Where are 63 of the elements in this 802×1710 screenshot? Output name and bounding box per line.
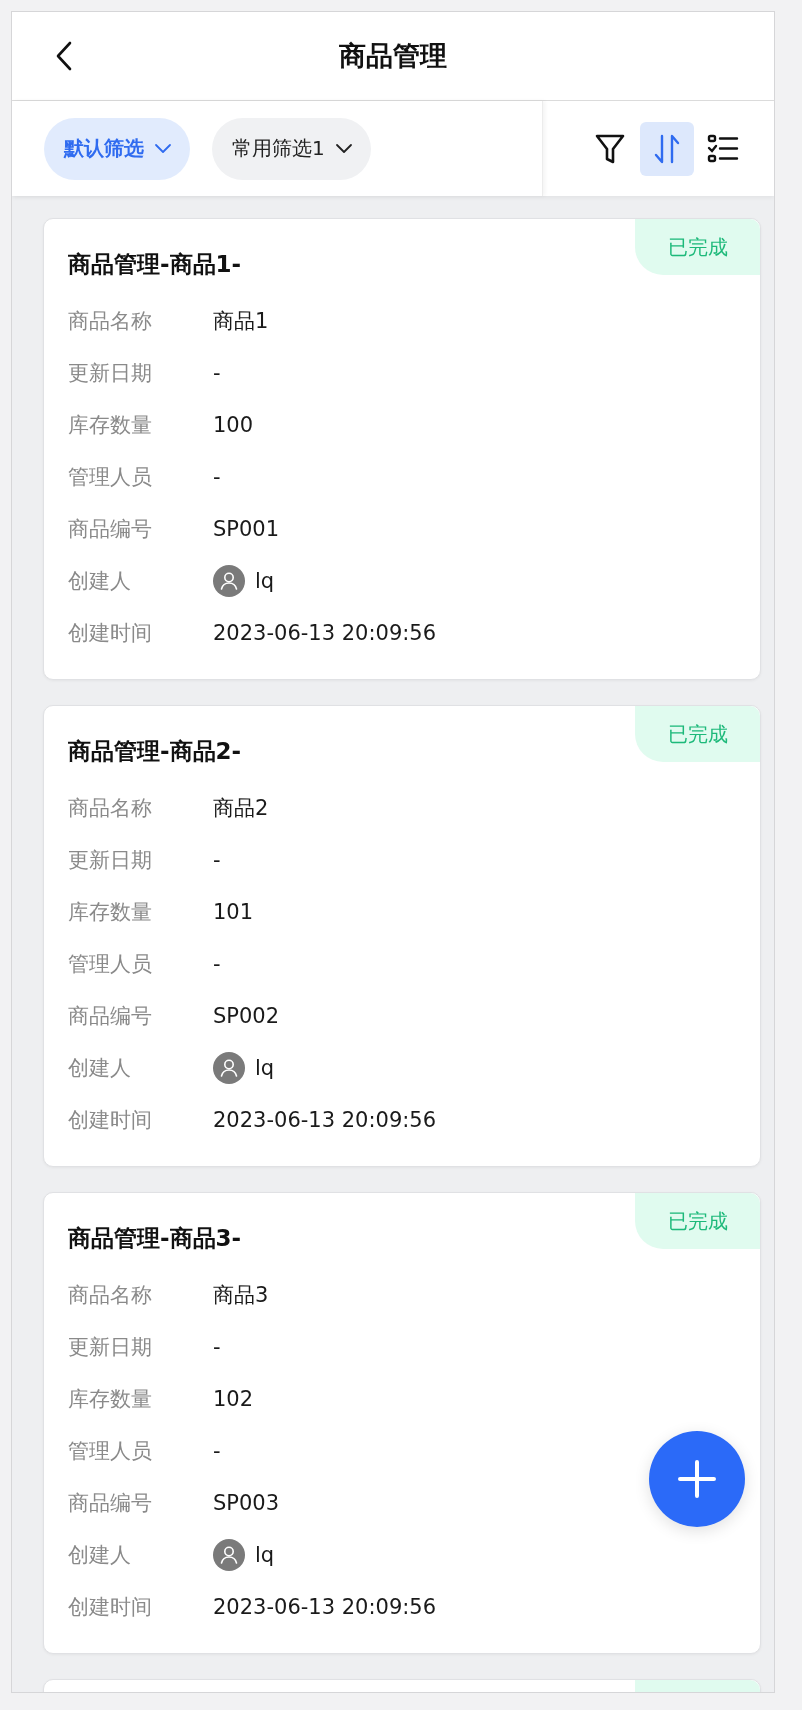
field-label: 商品编号 [68,1490,153,1517]
filter-chip[interactable]: 常用筛选1 [212,117,371,180]
page-title: 商品管理 [339,39,447,73]
field-value: - [213,465,221,489]
avatar-icon [213,1052,245,1084]
checklist-icon [707,132,739,165]
field-label: 更新日期 [68,360,153,387]
field-label: 创建时间 [68,620,153,647]
field-value: SP002 [213,1004,280,1028]
avatar-icon [213,1539,245,1571]
filter-chip[interactable]: 默认筛选 [44,117,190,180]
status-badge: 已完成 [635,706,760,762]
field-value: SP001 [213,517,280,541]
field-value: - [213,848,221,872]
field-value: 2023-06-13 20:09:56 [213,1595,437,1619]
field-label: 商品名称 [68,795,153,822]
chevron-down-icon [154,142,172,155]
field-value: 2023-06-13 20:09:56 [213,621,437,645]
field-value: - [213,952,221,976]
field-label: 更新日期 [68,847,153,874]
field-label: 创建人 [68,568,132,595]
filter-icon [595,132,625,165]
field-label: 管理人员 [68,1438,153,1465]
card-title: 商品管理-商品1- [68,250,243,279]
field-label: 商品编号 [68,1003,153,1030]
card-title: 商品管理-商品3- [68,1224,243,1253]
field-value: 商品2 [213,795,269,822]
field-label: 创建时间 [68,1594,153,1621]
item-card[interactable]: 已完成 商品管理-商品2- 商品名称 商品2 更新日期 - 库存数量 101 管理人员 - 商品编号 SP002 创建人 lq 创建时间 2023-06-13 20:09:56 [43,705,761,1167]
avatar-icon [213,565,245,597]
field-value: - [213,1439,221,1463]
field-label: 创建时间 [68,1107,153,1134]
chevron-down-icon [334,142,353,155]
plus-icon [677,1459,717,1499]
status-badge: 已完成 [635,219,760,275]
field-label: 商品名称 [68,1282,153,1309]
field-label: 管理人员 [68,464,153,491]
status-badge: 已完成 [635,1193,760,1249]
field-label: 创建人 [68,1542,132,1569]
item-card[interactable]: 已完成 商品管理-商品3- 商品名称 商品3 更新日期 - 库存数量 102 管理人员 - 商品编号 SP003 创建人 lq 创建时间 2023-06-13 20:09:56 [43,1192,761,1654]
field-value: 101 [213,900,254,924]
field-label: 库存数量 [68,899,153,926]
field-value: lq [255,1543,275,1567]
field-value: 2023-06-13 20:09:56 [213,1108,437,1132]
field-value: 商品3 [213,1282,269,1309]
item-card[interactable]: 已完成 商品管理-商品1- 商品名称 商品1 更新日期 - 库存数量 100 管理人员 - 商品编号 SP001 创建人 lq 创建时间 2023-06-13 20:09:56 [43,218,761,680]
field-label: 库存数量 [68,1386,153,1413]
field-label: 创建人 [68,1055,132,1082]
field-value: - [213,361,221,385]
field-label: 管理人员 [68,951,153,978]
field-value: SP003 [213,1491,280,1515]
field-label: 库存数量 [68,412,153,439]
field-label: 商品编号 [68,516,153,543]
field-value: 100 [213,413,254,437]
field-label: 商品名称 [68,308,153,335]
field-value: 102 [213,1387,254,1411]
field-value: lq [255,569,275,593]
field-value: - [213,1335,221,1359]
card-title: 商品管理-商品2- [68,737,243,766]
field-label: 更新日期 [68,1334,153,1361]
field-value: 商品1 [213,308,269,335]
sort-button[interactable] [639,121,694,176]
field-value: lq [255,1056,275,1080]
